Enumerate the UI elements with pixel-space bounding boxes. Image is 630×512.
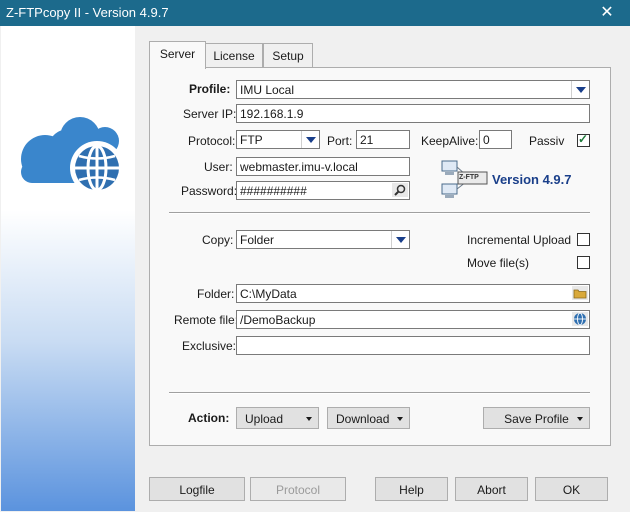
keepalive-input[interactable]: 0 bbox=[479, 130, 512, 149]
profile-value: IMU Local bbox=[240, 83, 295, 97]
folder-value: C:\MyData bbox=[240, 287, 297, 301]
help-button[interactable]: Help bbox=[375, 477, 448, 501]
chevron-down-icon[interactable] bbox=[571, 81, 589, 98]
passiv-label: Passiv bbox=[529, 134, 565, 148]
chevron-down-icon bbox=[397, 417, 403, 421]
ok-button[interactable]: OK bbox=[535, 477, 608, 501]
profile-dropdown[interactable]: IMU Local bbox=[236, 80, 590, 99]
protocol-value: FTP bbox=[240, 133, 263, 147]
exclusive-input[interactable] bbox=[236, 336, 590, 355]
tab-server[interactable]: Server bbox=[149, 41, 206, 69]
password-input[interactable]: ########## bbox=[236, 181, 410, 200]
search-icon[interactable] bbox=[392, 183, 408, 197]
tab-setup[interactable]: Setup bbox=[263, 43, 313, 68]
move-files-checkbox[interactable] bbox=[577, 256, 590, 269]
remote-file-input[interactable]: /DemoBackup bbox=[236, 310, 590, 329]
protocol-dropdown[interactable]: FTP bbox=[236, 130, 320, 149]
divider bbox=[169, 212, 590, 214]
folder-label: Folder: bbox=[197, 287, 235, 301]
divider bbox=[169, 392, 590, 394]
chevron-down-icon bbox=[306, 417, 312, 421]
protocol-label: Protocol: bbox=[188, 134, 236, 148]
globe-icon[interactable] bbox=[572, 312, 588, 326]
server-ip-input[interactable]: 192.168.1.9 bbox=[236, 104, 590, 123]
copy-value: Folder bbox=[240, 233, 275, 247]
remote-file-value: /DemoBackup bbox=[240, 313, 316, 327]
chevron-down-icon[interactable] bbox=[391, 231, 409, 248]
upload-button[interactable]: Upload bbox=[236, 407, 319, 429]
folder-input[interactable]: C:\MyData bbox=[236, 284, 590, 303]
download-label: Download bbox=[336, 412, 390, 426]
close-icon[interactable]: ✕ bbox=[584, 0, 630, 26]
port-label: Port: bbox=[327, 134, 353, 148]
server-ip-label: Server IP: bbox=[183, 107, 237, 121]
password-label: Password: bbox=[181, 184, 238, 198]
user-input[interactable]: webmaster.imu-v.local bbox=[236, 157, 410, 176]
save-profile-label: Save Profile bbox=[504, 412, 569, 426]
chevron-down-icon bbox=[577, 417, 583, 421]
chevron-down-icon[interactable] bbox=[301, 131, 319, 148]
download-button[interactable]: Download bbox=[327, 407, 410, 429]
server-tab-panel bbox=[149, 67, 611, 446]
side-banner bbox=[1, 26, 135, 511]
copy-dropdown[interactable]: Folder bbox=[236, 230, 410, 249]
incremental-upload-label: Incremental Upload bbox=[467, 233, 572, 247]
window-title: Z-FTPcopy II - Version 4.9.7 bbox=[6, 5, 169, 20]
folder-icon[interactable] bbox=[572, 286, 588, 300]
incremental-upload-checkbox[interactable] bbox=[577, 233, 590, 246]
tab-license[interactable]: License bbox=[205, 43, 263, 68]
protocol-button[interactable]: Protocol bbox=[250, 477, 346, 501]
version-label: Version 4.9.7 bbox=[492, 172, 572, 187]
action-label: Action: bbox=[188, 411, 230, 425]
exclusive-label: Exclusive: bbox=[182, 339, 237, 353]
logo-badge: Z-FTP bbox=[459, 174, 479, 181]
profile-label: Profile: bbox=[189, 82, 231, 96]
passiv-checkbox[interactable] bbox=[577, 132, 590, 147]
user-label: User: bbox=[204, 160, 233, 174]
logfile-button[interactable]: Logfile bbox=[149, 477, 245, 501]
save-profile-button[interactable]: Save Profile bbox=[483, 407, 590, 429]
cloud-globe-icon bbox=[21, 117, 124, 195]
password-value: ########## bbox=[240, 184, 307, 198]
port-input[interactable]: 21 bbox=[356, 130, 410, 149]
remote-file-label: Remote file: bbox=[174, 313, 239, 327]
move-files-label: Move file(s) bbox=[467, 256, 530, 270]
title-bar: Z-FTPcopy II - Version 4.9.7 ✕ bbox=[0, 0, 630, 26]
copy-label: Copy: bbox=[202, 233, 234, 247]
keepalive-label: KeepAlive: bbox=[421, 134, 479, 148]
abort-button[interactable]: Abort bbox=[455, 477, 528, 501]
upload-label: Upload bbox=[245, 412, 284, 426]
